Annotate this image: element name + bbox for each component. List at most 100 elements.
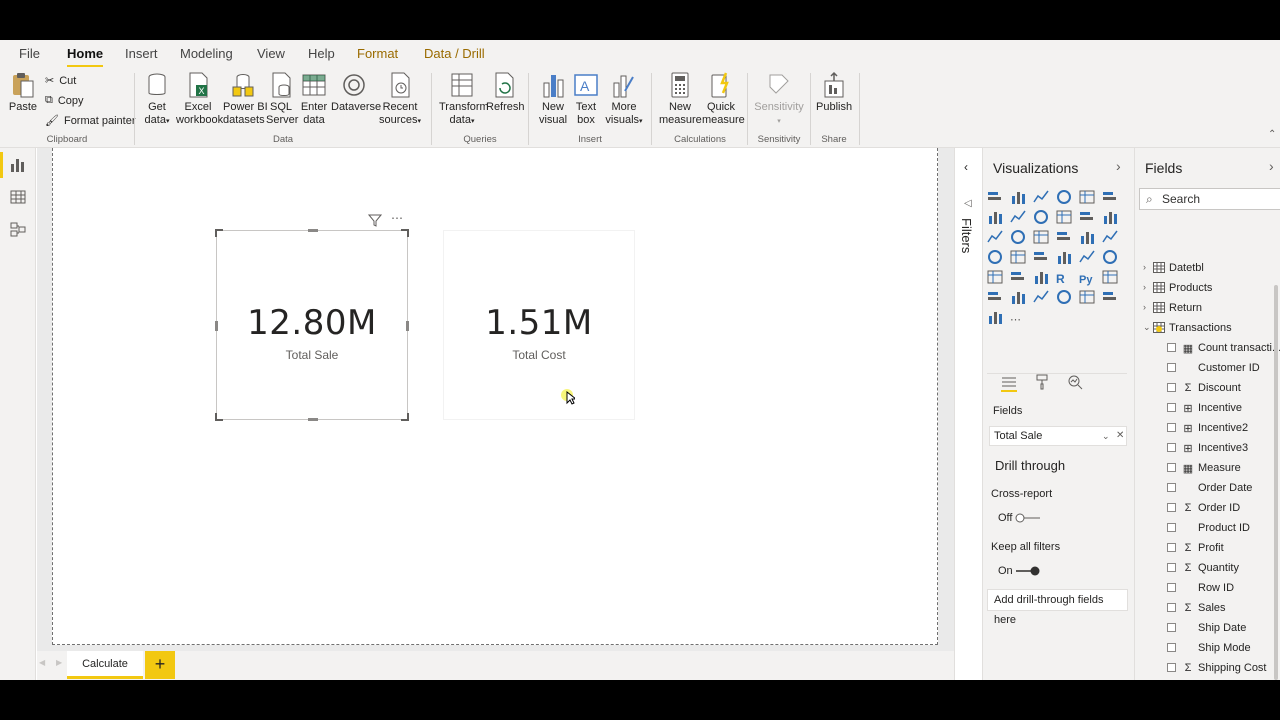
- chevron-right-icon[interactable]: ›: [1143, 302, 1146, 312]
- scatter-visual-icon[interactable]: [1033, 230, 1049, 244]
- field-checkbox[interactable]: [1167, 663, 1176, 672]
- kpi-visual-icon[interactable]: [1102, 250, 1118, 264]
- copy-button[interactable]: ⧉ Copy: [45, 94, 84, 107]
- table-transactions[interactable]: ⌄ Transactions: [1135, 318, 1280, 338]
- chevron-right-icon[interactable]: ›: [1143, 262, 1146, 272]
- field-checkbox[interactable]: [1167, 523, 1176, 532]
- resize-handle[interactable]: [215, 229, 223, 237]
- new-measure-button[interactable]: New measure: [659, 71, 702, 127]
- close-icon[interactable]: ✕: [1116, 427, 1124, 445]
- waterfall-visual-icon[interactable]: [987, 230, 1003, 244]
- cross-report-toggle[interactable]: [1015, 513, 1041, 523]
- more-visual-icon[interactable]: ⋯: [1010, 310, 1026, 326]
- format-painter-button[interactable]: 🖌 Format painter: [45, 114, 136, 128]
- resize-handle[interactable]: [406, 321, 409, 331]
- powerbi-datasets-button[interactable]: Power BI datasets: [223, 71, 268, 127]
- field-checkbox[interactable]: [1167, 543, 1176, 552]
- matrix-visual-icon[interactable]: [1033, 270, 1049, 284]
- qa-visual-icon[interactable]: [1010, 290, 1026, 304]
- 100-bar-visual-icon[interactable]: [1079, 190, 1095, 204]
- field-checkbox[interactable]: [1167, 423, 1176, 432]
- field-item[interactable]: ⊞ Incentive: [1135, 398, 1280, 418]
- field-item[interactable]: Σ Profit: [1135, 538, 1280, 558]
- analytics-icon[interactable]: [1067, 374, 1083, 390]
- enter-data-button[interactable]: Enter data: [300, 71, 328, 127]
- filter-icon[interactable]: [368, 213, 382, 227]
- add-page-button[interactable]: +: [145, 651, 175, 679]
- field-item[interactable]: Product ID: [1135, 518, 1280, 538]
- python-visual-visual-icon[interactable]: Py: [1079, 270, 1095, 286]
- line-clustered-visual-icon[interactable]: [1079, 210, 1095, 224]
- sql-server-button[interactable]: SQL Server: [266, 71, 298, 127]
- field-item[interactable]: Σ Order ID: [1135, 498, 1280, 518]
- field-checkbox[interactable]: [1167, 563, 1176, 572]
- filters-pane-collapsed[interactable]: ‹ ◁ Filters: [954, 148, 982, 680]
- field-checkbox[interactable]: [1167, 603, 1176, 612]
- excel-workbook-button[interactable]: X Excel workbook: [176, 71, 223, 127]
- field-checkbox[interactable]: [1167, 623, 1176, 632]
- collapse-chevron-icon[interactable]: ›: [1116, 158, 1121, 174]
- search-input[interactable]: ⌕ Search: [1139, 188, 1280, 210]
- collapse-chevron-icon[interactable]: ›: [1269, 158, 1274, 174]
- clustered-bar-visual-icon[interactable]: [1033, 190, 1049, 204]
- collapse-ribbon-icon[interactable]: ⌃: [1268, 129, 1276, 140]
- field-checkbox[interactable]: [1167, 363, 1176, 372]
- cut-button[interactable]: ✂ Cut: [45, 74, 76, 88]
- field-checkbox[interactable]: [1167, 343, 1176, 352]
- recent-sources-button[interactable]: Recent sources▾: [378, 71, 422, 128]
- field-item[interactable]: Σ Quantity: [1135, 558, 1280, 578]
- donut-visual-icon[interactable]: [1079, 230, 1095, 244]
- data-view-button[interactable]: [0, 182, 36, 212]
- field-item[interactable]: ▦ Count transacti...: [1135, 338, 1280, 358]
- field-item[interactable]: Customer ID: [1135, 358, 1280, 378]
- field-checkbox[interactable]: [1167, 643, 1176, 652]
- resize-handle[interactable]: [401, 413, 409, 421]
- slicer-visual-icon[interactable]: [987, 270, 1003, 284]
- clustered-column-visual-icon[interactable]: [1056, 190, 1072, 204]
- expand-chevron-icon[interactable]: ‹: [964, 160, 968, 174]
- field-checkbox[interactable]: [1167, 463, 1176, 472]
- filled-map-visual-icon[interactable]: [1010, 250, 1026, 264]
- key-influencers-visual-icon[interactable]: [1102, 270, 1118, 284]
- area-visual-icon[interactable]: [1010, 210, 1026, 224]
- power-apps-visual-icon[interactable]: [1079, 290, 1095, 304]
- 100-column-visual-icon[interactable]: [1102, 190, 1118, 204]
- new-visual-button[interactable]: New visual: [538, 71, 568, 127]
- field-item[interactable]: Σ Sales: [1135, 598, 1280, 618]
- power-automate-visual-icon[interactable]: [1102, 290, 1118, 304]
- sensitivity-button[interactable]: Sensitivity ▾: [754, 71, 804, 128]
- line-visual-icon[interactable]: [987, 210, 1003, 224]
- resize-handle[interactable]: [308, 229, 318, 232]
- tab-home[interactable]: Home: [67, 46, 104, 67]
- page-tab-calculate[interactable]: Calculate: [67, 651, 143, 679]
- card-total-cost[interactable]: 1.51M Total Cost: [443, 230, 635, 420]
- get-more-visual-icon[interactable]: [987, 310, 1003, 324]
- field-item[interactable]: Σ Shipping Cost: [1135, 658, 1280, 678]
- funnel-visual-icon[interactable]: [1010, 230, 1026, 244]
- tab-insert[interactable]: Insert: [125, 46, 158, 61]
- fields-scrollbar[interactable]: [1274, 285, 1278, 680]
- table-datetbl[interactable]: › Datetbl: [1135, 258, 1280, 278]
- field-checkbox[interactable]: [1167, 483, 1176, 492]
- get-data-button[interactable]: Get data▾: [142, 71, 172, 128]
- field-item[interactable]: ⊞ Incentive3: [1135, 438, 1280, 458]
- card-visual-icon[interactable]: [1056, 250, 1072, 264]
- field-item[interactable]: Ship Mode: [1135, 638, 1280, 658]
- tab-file[interactable]: File: [19, 46, 40, 61]
- field-checkbox[interactable]: [1167, 443, 1176, 452]
- model-view-button[interactable]: [0, 214, 36, 244]
- paste-button[interactable]: Paste: [8, 71, 38, 114]
- field-checkbox[interactable]: [1167, 403, 1176, 412]
- line-column-visual-icon[interactable]: [1056, 210, 1072, 224]
- field-item[interactable]: ⊞ Incentive2: [1135, 418, 1280, 438]
- multirow-card-visual-icon[interactable]: [1079, 250, 1095, 264]
- stacked-area-visual-icon[interactable]: [1033, 210, 1049, 224]
- table-visual-icon[interactable]: [1010, 270, 1026, 284]
- text-box-button[interactable]: A Text box: [572, 71, 600, 127]
- refresh-button[interactable]: Refresh: [486, 71, 525, 114]
- field-checkbox[interactable]: [1167, 503, 1176, 512]
- stacked-bar-visual-icon[interactable]: [987, 190, 1003, 204]
- card-total-sale[interactable]: 12.80M Total Sale: [215, 229, 409, 421]
- table-return[interactable]: › Return: [1135, 298, 1280, 318]
- fields-well-icon[interactable]: [1000, 376, 1018, 392]
